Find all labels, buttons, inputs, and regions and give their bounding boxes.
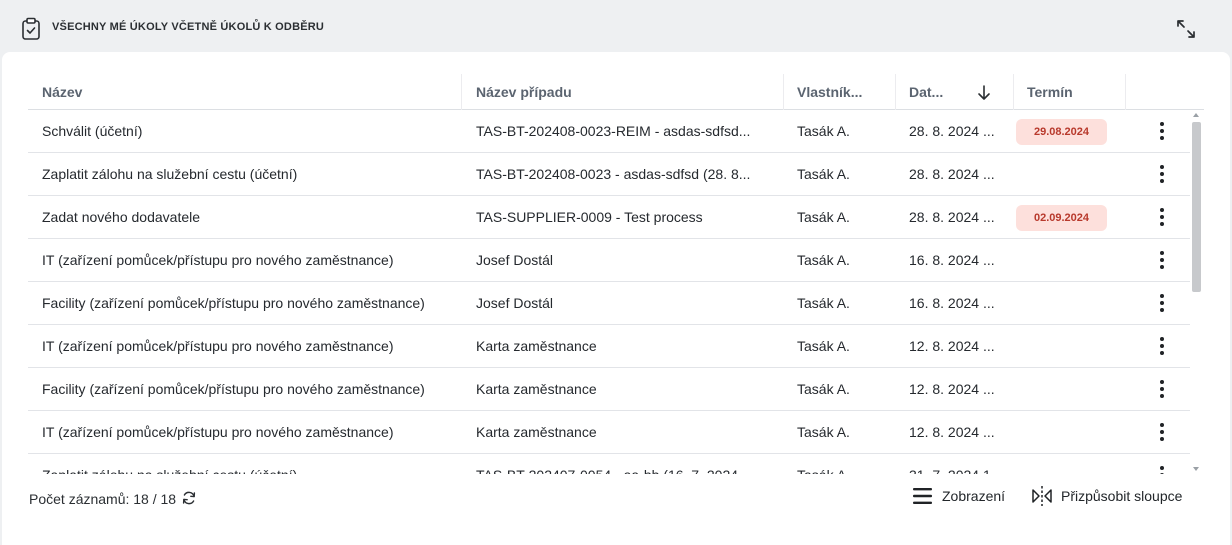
clipboard-check-icon [22,17,40,40]
menu-lines-icon [913,488,932,504]
cell-date: 28. 8. 2024 ... [909,209,995,225]
table-body: Schválit (účetní) TAS-BT-202408-0023-REI… [28,110,1190,474]
cell-owner: Tasák A. [797,338,850,354]
cell-owner: Tasák A. [797,123,850,139]
row-menu-icon[interactable] [1152,465,1172,474]
cell-owner: Tasák A. [797,166,850,182]
sort-descending-icon[interactable] [976,84,992,102]
scroll-up-arrow-icon[interactable] [1193,113,1199,117]
refresh-icon[interactable] [181,490,197,506]
cell-date: 31. 7. 2024 1... [895,454,1007,474]
row-menu-icon[interactable] [1152,121,1172,141]
cell-task-name: Facility (zařízení pomůcek/přístupu pro … [42,381,425,397]
cell-owner: Tasák A. [797,209,850,225]
expand-icon[interactable] [1175,18,1197,40]
cell-case-name[interactable]: Josef Dostál [462,282,784,324]
view-button[interactable]: Zobrazení [912,484,1005,508]
cell-case-name[interactable]: TAS-SUPPLIER-0009 - Test process [462,196,784,238]
widget-title: VŠECHNY MÉ ÚKOLY VČETNĚ ÚKOLŮ K ODBĚRU [52,21,325,33]
cell-case-name[interactable]: Josef Dostál [462,239,784,281]
record-count: Počet záznamů: 18 / 18 [29,491,177,507]
cell-date: 12. 8. 2024 ... [909,424,995,440]
row-menu-icon[interactable] [1152,336,1172,356]
cell-task-name: Zaplatit zálohu na služební cestu (účetn… [28,454,462,474]
column-header-name[interactable]: Název [28,74,462,110]
column-header-owner[interactable]: Vlastník... [783,74,895,110]
row-menu-icon[interactable] [1152,164,1172,184]
cell-date: 16. 8. 2024 ... [909,295,995,311]
cell-case-name[interactable]: Karta zaměstnance [462,325,784,367]
row-menu-icon[interactable] [1152,207,1172,227]
table-row[interactable]: IT (zařízení pomůcek/přístupu pro nového… [28,239,1190,282]
table-row[interactable]: Zadat nového dodavatele TAS-SUPPLIER-000… [28,196,1190,239]
scrollbar-thumb[interactable] [1192,122,1201,292]
row-menu-icon[interactable] [1152,293,1172,313]
table-row[interactable]: IT (zařízení pomůcek/přístupu pro nového… [28,325,1190,368]
column-header-case[interactable]: Název případu [462,74,784,110]
vertical-scrollbar[interactable] [1190,110,1202,474]
cell-task-name: IT (zařízení pomůcek/přístupu pro nového… [42,252,394,268]
cell-date: 12. 8. 2024 ... [909,338,995,354]
column-divider[interactable] [1125,74,1126,110]
customize-columns-button[interactable]: Přizpůsobit sloupce [1031,484,1182,508]
view-button-label: Zobrazení [942,488,1006,504]
cell-task-name: Zadat nového dodavatele [42,209,201,225]
row-menu-icon[interactable] [1152,250,1172,270]
cell-date: 28. 8. 2024 ... [909,166,995,182]
cell-date: 12. 8. 2024 ... [909,381,995,397]
table-row[interactable]: Zaplatit zálohu na služební cestu (účetn… [28,153,1190,196]
cell-owner: Tasák A. [783,454,895,474]
table-row[interactable]: Facility (zařízení pomůcek/přístupu pro … [28,282,1190,325]
customize-columns-label: Přizpůsobit sloupce [1061,488,1183,504]
table-row[interactable]: IT (zařízení pomůcek/přístupu pro nového… [28,411,1190,454]
deadline-badge: 02.09.2024 [1016,205,1107,231]
cell-case-name[interactable]: Karta zaměstnance [462,411,784,453]
cell-task-name: Schválit (účetní) [42,123,143,139]
cell-case-name[interactable]: Karta zaměstnance [462,368,784,410]
table-row[interactable]: Facility (zařízení pomůcek/přístupu pro … [28,368,1190,411]
row-menu-icon[interactable] [1152,379,1172,399]
cell-owner: Tasák A. [797,295,850,311]
cell-date: 28. 8. 2024 ... [909,123,995,139]
cell-owner: Tasák A. [797,252,850,268]
table-header: Název Název případu Vlastník... Dat... T… [28,74,1204,110]
cell-task-name: IT (zařízení pomůcek/přístupu pro nového… [42,338,394,354]
table-row[interactable]: Zaplatit zálohu na služební cestu (účetn… [28,454,1190,474]
cell-task-name: Zaplatit zálohu na služební cestu (účetn… [42,166,298,182]
row-menu-icon[interactable] [1152,422,1172,442]
column-header-deadline[interactable]: Termín [1013,74,1125,110]
widget-header: VŠECHNY MÉ ÚKOLY VČETNĚ ÚKOLŮ K ODBĚRU [0,0,1232,52]
cell-task-name: IT (zařízení pomůcek/přístupu pro nového… [42,424,394,440]
cell-owner: Tasák A. [797,381,850,397]
deadline-badge: 29.08.2024 [1016,119,1107,145]
cell-task-name: Facility (zařízení pomůcek/přístupu pro … [42,295,425,311]
split-columns-icon [1032,486,1052,506]
scroll-down-arrow-icon[interactable] [1193,467,1199,471]
cell-case-name[interactable]: TAS-BT-202408-0023 - asdas-sdfsd (28. 8.… [462,153,784,195]
tasks-table: Název Název případu Vlastník... Dat... T… [28,74,1204,474]
cell-case-name[interactable]: TAS-BT-202408-0023-REIM - asdas-sdfsd... [462,110,784,152]
cell-owner: Tasák A. [797,424,850,440]
cell-date: 16. 8. 2024 ... [909,252,995,268]
table-row[interactable]: Schválit (účetní) TAS-BT-202408-0023-REI… [28,110,1190,153]
cell-case-name[interactable]: TAS-BT-202407-0054 - aa-bb (16. 7. 2024.… [462,454,784,474]
